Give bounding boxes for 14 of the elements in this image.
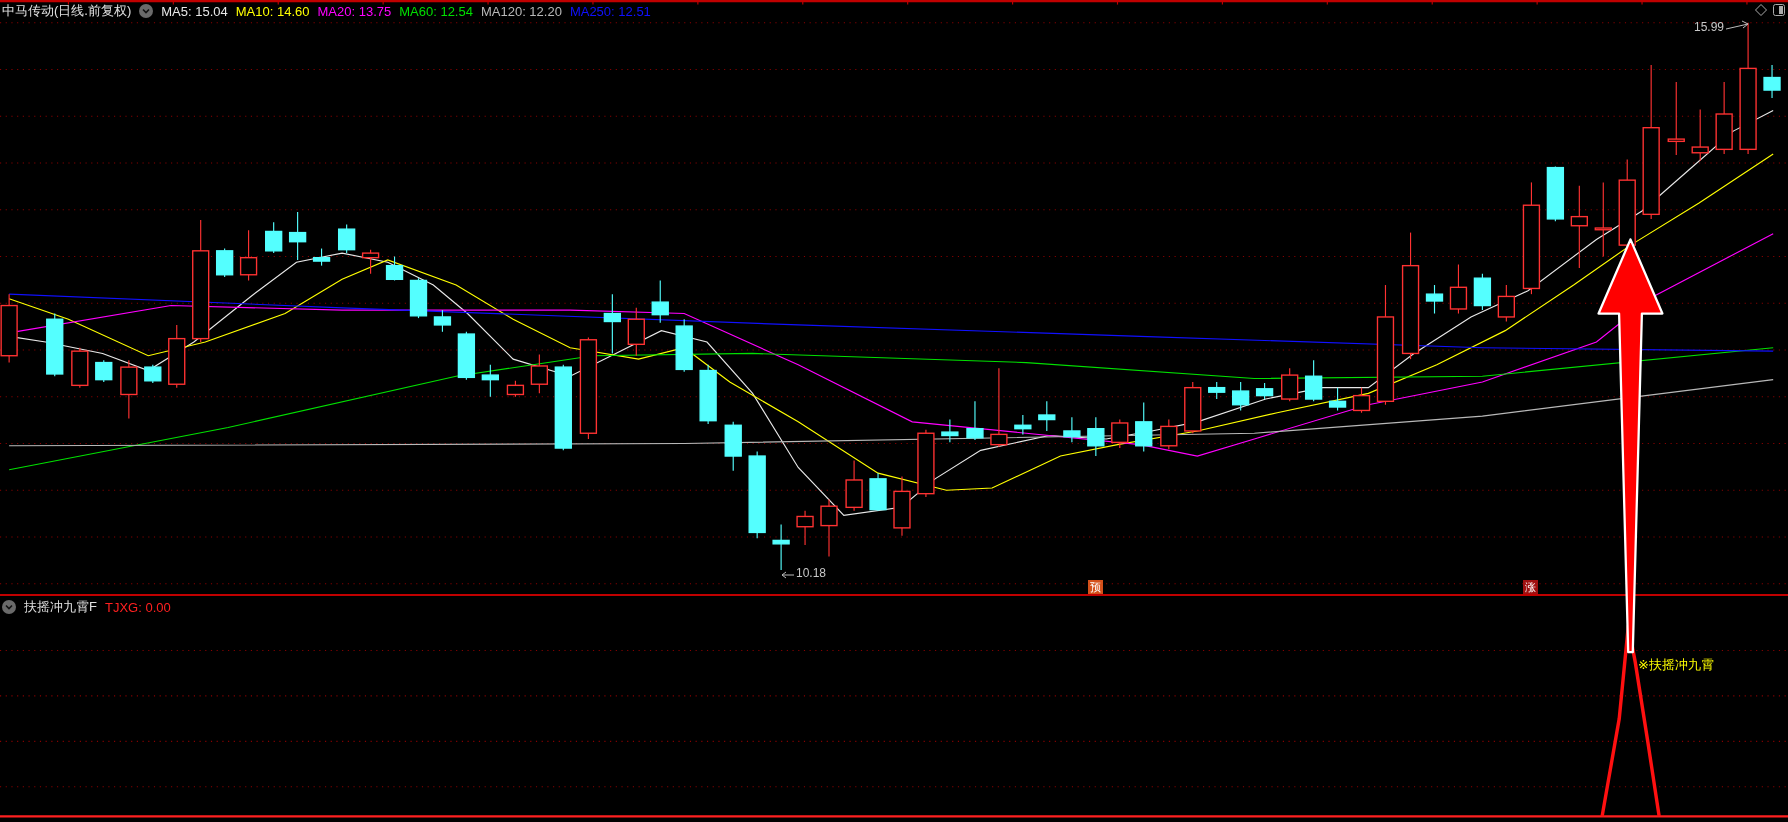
indicator-value: TJXG: 0.00 xyxy=(104,599,171,615)
indicator-title: 扶摇冲九霄F xyxy=(24,598,97,616)
ma-value: MA5: 15.04 xyxy=(161,3,228,19)
chart-title: 中马传动(日线.前复权) xyxy=(2,2,132,20)
signal-marker: 涨 xyxy=(1523,580,1538,594)
ma-value: MA120: 12.20 xyxy=(480,3,562,19)
signal-label: ※扶摇冲九霄 xyxy=(1638,656,1714,674)
ma-value: MA250: 12.51 xyxy=(569,3,651,19)
ma-value: MA60: 12.54 xyxy=(399,3,473,19)
signal-marker: 预 xyxy=(1088,580,1103,594)
ma-value: MA10: 14.60 xyxy=(235,3,310,19)
high-price-label: 15.99 xyxy=(1694,20,1725,34)
ma-value: MA20: 13.75 xyxy=(317,3,392,19)
low-price-label: 10.18 xyxy=(796,566,827,580)
